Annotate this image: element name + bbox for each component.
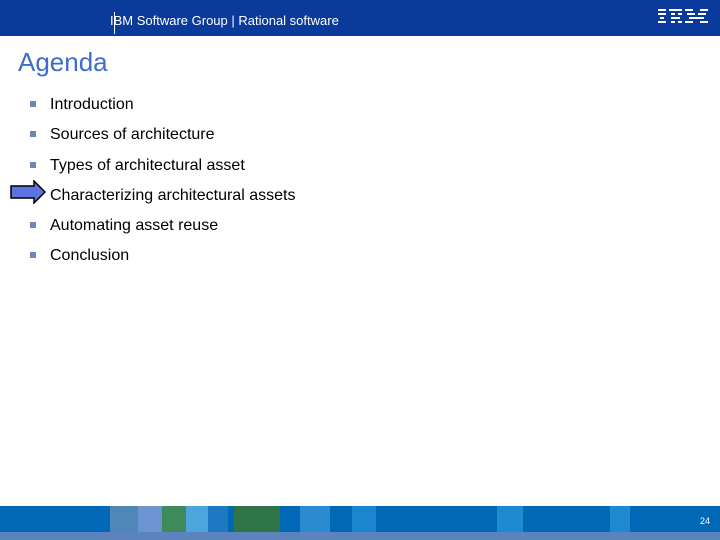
- footer-image: [138, 506, 162, 532]
- footer: 24: [0, 506, 720, 540]
- footer-image: [497, 506, 523, 532]
- agenda-item-label: Sources of architecture: [50, 126, 215, 144]
- bullet-icon: [30, 252, 36, 259]
- agenda-item-label: Conclusion: [50, 247, 130, 265]
- bullet-icon: [30, 161, 36, 168]
- footer-image: [208, 506, 228, 532]
- footer-image: [186, 506, 208, 532]
- footer-image: [352, 506, 376, 532]
- footer-image: [234, 506, 280, 532]
- agenda-item-sources: Sources of architecture: [30, 124, 295, 154]
- agenda-item-characterizing: Characterizing architectural assets: [30, 185, 295, 215]
- agenda-item-label: Types of architectural asset: [50, 156, 245, 174]
- footer-strip: 24: [0, 506, 720, 532]
- footer-image: [300, 506, 330, 532]
- agenda-item-types: Types of architectural asset: [30, 155, 295, 185]
- agenda-item-label: Automating asset reuse: [50, 217, 219, 235]
- footer-image: [162, 506, 186, 532]
- ibm-logo: [658, 8, 710, 26]
- agenda-item-label: Characterizing architectural assets: [50, 186, 296, 204]
- agenda-item-conclusion: Conclusion: [30, 245, 295, 275]
- bullet-icon: [30, 101, 36, 107]
- agenda-list: Introduction Sources of architecture Typ…: [30, 94, 295, 276]
- agenda-item-introduction: Introduction: [30, 94, 295, 124]
- agenda-item-automating: Automating asset reuse: [30, 215, 295, 245]
- slide: IBM Software Group | Rational software A…: [0, 0, 720, 540]
- bullet-icon: [30, 222, 36, 229]
- agenda-item-label: Introduction: [50, 96, 134, 113]
- page-title: Agenda: [18, 47, 108, 77]
- footer-bottom-bar: [0, 532, 720, 540]
- arrow-right-icon: [10, 180, 46, 204]
- footer-image: [110, 506, 138, 532]
- bullet-icon: [30, 131, 36, 138]
- footer-image: [610, 506, 630, 532]
- header-title: IBM Software Group | Rational software: [110, 13, 339, 28]
- header-bar: IBM Software Group | Rational software: [0, 0, 720, 36]
- page-number: 24: [699, 516, 710, 526]
